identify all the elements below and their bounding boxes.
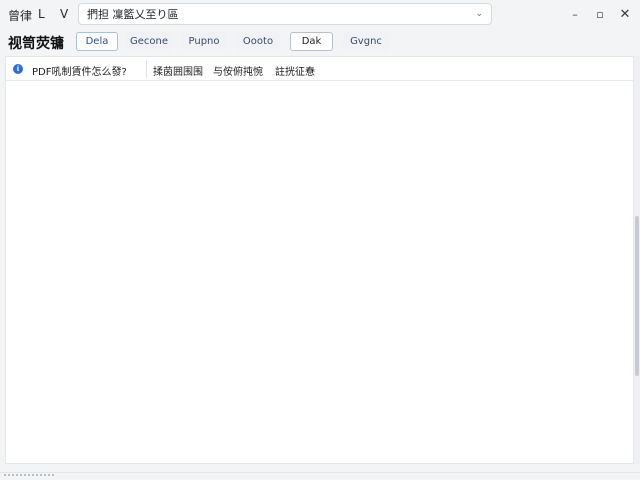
content-panel: i PDF吼制賃件怎么發? 揉茵囲围围 与侒俯扽惋 註挄征憃 (5, 56, 634, 464)
search-input[interactable]: 捫担 凜籃乂至り區 ⌄ (78, 3, 492, 25)
filter-chip-5[interactable]: Gvgnc (343, 32, 389, 51)
filter-chip-2[interactable]: Pupno (181, 32, 227, 51)
notice-question[interactable]: PDF吼制賃件怎么發? (32, 63, 127, 78)
scrollbar-thumb[interactable] (635, 216, 639, 376)
search-query[interactable]: 捫担 凜籃乂至り區 (87, 6, 475, 22)
page-title: 视笥荧镛 (8, 36, 64, 52)
notice-link-0[interactable]: 揉茵囲围围 (153, 63, 203, 78)
maximize-button[interactable]: ▫ (588, 5, 612, 23)
notice-link-1[interactable]: 与侒俯扽惋 (213, 63, 263, 78)
menu-item-1[interactable]: L (38, 7, 45, 21)
notice-bar: i PDF吼制賃件怎么發? 揉茵囲围围 与侒俯扽惋 註挄征憃 (6, 57, 633, 81)
filter-chip-3[interactable]: Oooto (236, 32, 280, 51)
divider (146, 60, 147, 78)
vertical-scrollbar[interactable] (634, 56, 640, 464)
filter-chip-1[interactable]: Gecone (126, 32, 172, 51)
chevron-down-icon[interactable]: ⌄ (475, 9, 483, 19)
menu-item-0[interactable]: 曾律 (8, 7, 32, 24)
title-bar: 曾律 L V 捫担 凜籃乂至り區 ⌄ – ▫ ✕ (0, 0, 640, 30)
close-button[interactable]: ✕ (613, 5, 637, 23)
status-indicator (4, 474, 54, 478)
minimize-button[interactable]: – (563, 5, 587, 23)
notice-link-2[interactable]: 註挄征憃 (275, 63, 315, 78)
toolbar: 视笥荧镛 Dela Gecone Pupno Oooto Dak Gvgnc (0, 30, 640, 54)
info-icon: i (13, 64, 23, 74)
filter-chip-4[interactable]: Dak (290, 32, 333, 51)
status-bar (0, 472, 640, 480)
menu-item-2[interactable]: V (60, 7, 68, 21)
filter-chip-0[interactable]: Dela (76, 32, 118, 51)
